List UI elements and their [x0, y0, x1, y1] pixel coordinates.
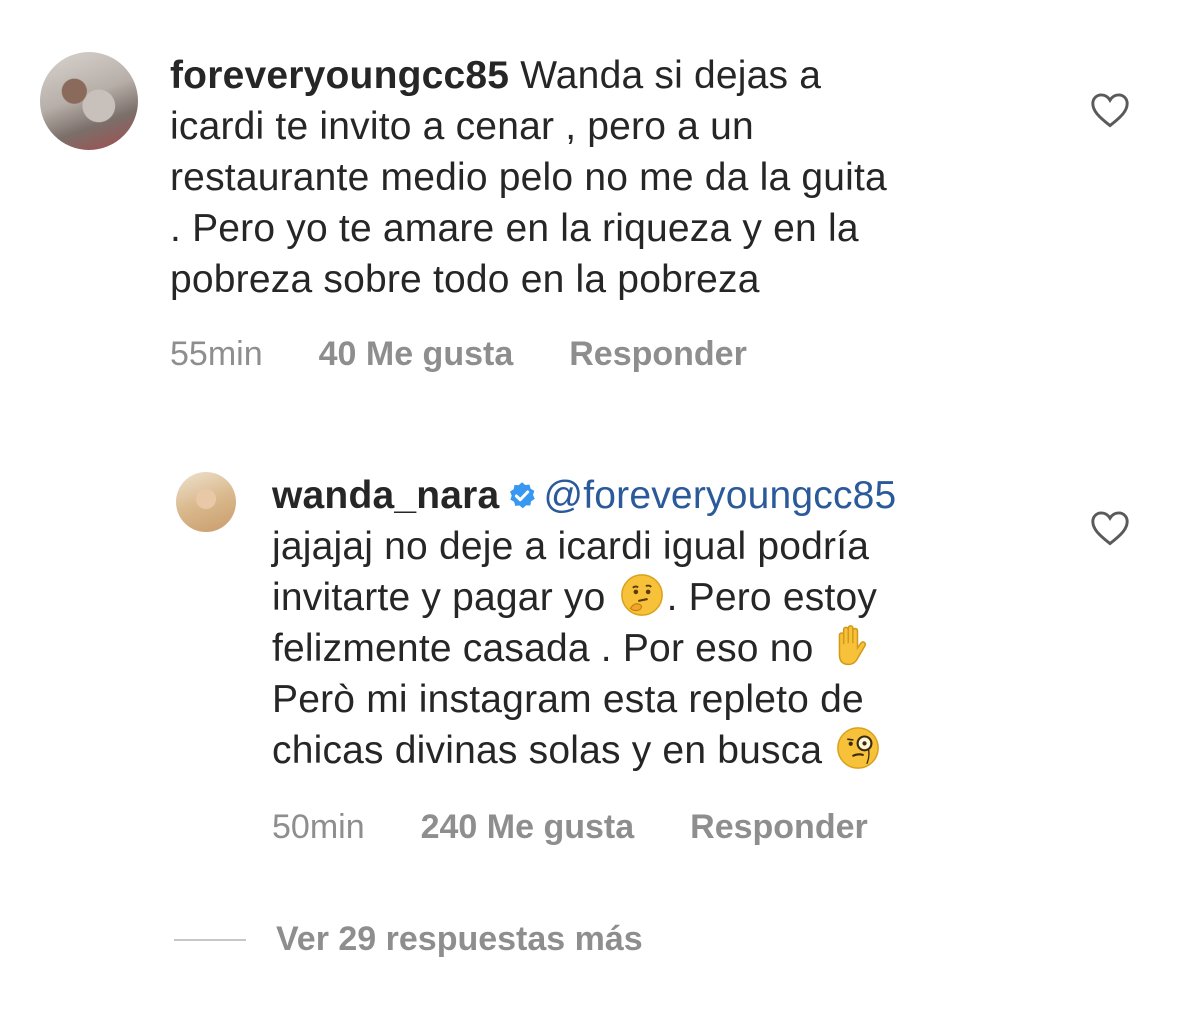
like-heart-icon[interactable]	[1090, 92, 1130, 128]
divider-line	[174, 938, 246, 941]
monocle-face-icon	[837, 727, 880, 769]
comment-meta: 55min 40 Me gusta Responder	[170, 335, 747, 374]
comment-line: felizmente casada . Por eso no	[272, 627, 814, 670]
reply-button[interactable]: Responder	[569, 335, 747, 374]
avatar[interactable]	[176, 472, 236, 532]
raised-hand-icon	[838, 625, 866, 666]
comment-time: 50min	[272, 808, 365, 846]
verified-badge-icon	[510, 482, 536, 509]
comment-line: Wanda si dejas a	[509, 54, 822, 97]
reply-button[interactable]: Responder	[690, 808, 868, 847]
comment-text: foreveryoungcc85 Wanda si dejas a icardi…	[170, 50, 1040, 305]
likes-count[interactable]: 240 Me gusta	[421, 808, 635, 847]
comment-line: jajajaj no deje a icardi igual podría	[272, 525, 870, 568]
comment-line: icardi te invito a cenar , pero a un	[170, 105, 754, 148]
likes-count[interactable]: 40 Me gusta	[319, 335, 514, 374]
thinking-face-icon	[620, 574, 663, 616]
view-more-replies-label: Ver 29 respuestas más	[276, 920, 643, 958]
comment-meta: 50min 240 Me gusta Responder	[272, 808, 868, 847]
comment-line: chicas divinas solas y en busca	[272, 729, 823, 772]
comment-thread: foreveryoungcc85 Wanda si dejas a icardi…	[0, 0, 1200, 1009]
comment-line: . Pero yo te amare en la riqueza y en la	[170, 207, 859, 250]
comment-line: pobreza sobre todo en la pobreza	[170, 258, 760, 301]
comment-line: Però mi instagram esta repleto de	[272, 678, 864, 721]
avatar[interactable]	[40, 52, 138, 150]
comment-username[interactable]: foreveryoungcc85	[170, 54, 509, 97]
like-heart-icon[interactable]	[1090, 510, 1130, 546]
comment-time: 55min	[170, 335, 263, 373]
comment-username[interactable]: wanda_nara	[272, 474, 499, 517]
comment-line: . Pero estoy	[666, 576, 878, 619]
comment-text: wanda_nara @foreveryoungcc85 jajajaj no …	[272, 470, 1052, 776]
mention-link[interactable]: @foreveryoungcc85	[543, 474, 896, 517]
comment-line: invitarte y pagar yo	[272, 576, 606, 619]
comment-line: restaurante medio pelo no me da la guita	[170, 156, 887, 199]
view-more-replies-button[interactable]: Ver 29 respuestas más	[174, 920, 643, 959]
